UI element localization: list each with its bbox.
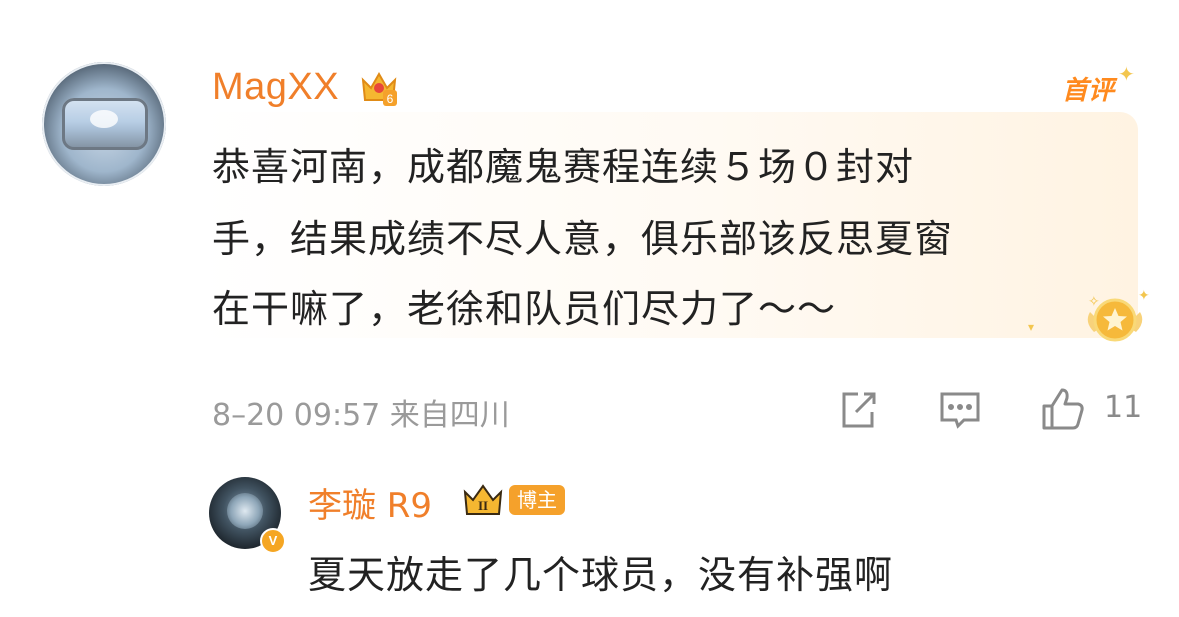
commenter-username[interactable]: MagXX: [212, 66, 339, 109]
sparkle-icon: ▾: [1028, 320, 1035, 334]
comment-icon[interactable]: [938, 388, 982, 432]
sparkle-icon: ✦: [1118, 62, 1135, 86]
comment-line-3: 在干嘛了，老徐和队员们尽力了～～: [212, 287, 837, 331]
commenter-avatar[interactable]: [42, 62, 166, 186]
user-level-text: 6: [387, 92, 394, 106]
comment-line-1: 恭喜河南，成都魔鬼赛程连续５场０封对: [212, 145, 915, 189]
verified-badge: V: [260, 528, 286, 554]
sparkle-icon: ✧: [1088, 294, 1100, 310]
comment-time-location: 8–20 09:57 来自四川: [212, 398, 510, 433]
sparkle-icon: ✦: [1138, 288, 1150, 304]
comment-line-2: 手，结果成绩不尽人意，俱乐部该反思夏窗: [212, 217, 954, 261]
share-icon[interactable]: [836, 388, 880, 432]
reply-text: 夏天放走了几个球员，没有补强啊: [308, 553, 894, 597]
badge-level-text: II: [478, 498, 488, 513]
thumbs-up-icon[interactable]: [1040, 386, 1084, 430]
like-count: 11: [1104, 390, 1143, 425]
blogger-badge: II 博主: [461, 482, 565, 518]
crown-icon: 6: [357, 66, 401, 110]
crown-icon: II: [463, 484, 503, 515]
host-tag: 博主: [509, 485, 565, 515]
reply-username[interactable]: 李璇 R9: [308, 478, 432, 527]
first-comment-tag: 首评: [1062, 76, 1115, 106]
